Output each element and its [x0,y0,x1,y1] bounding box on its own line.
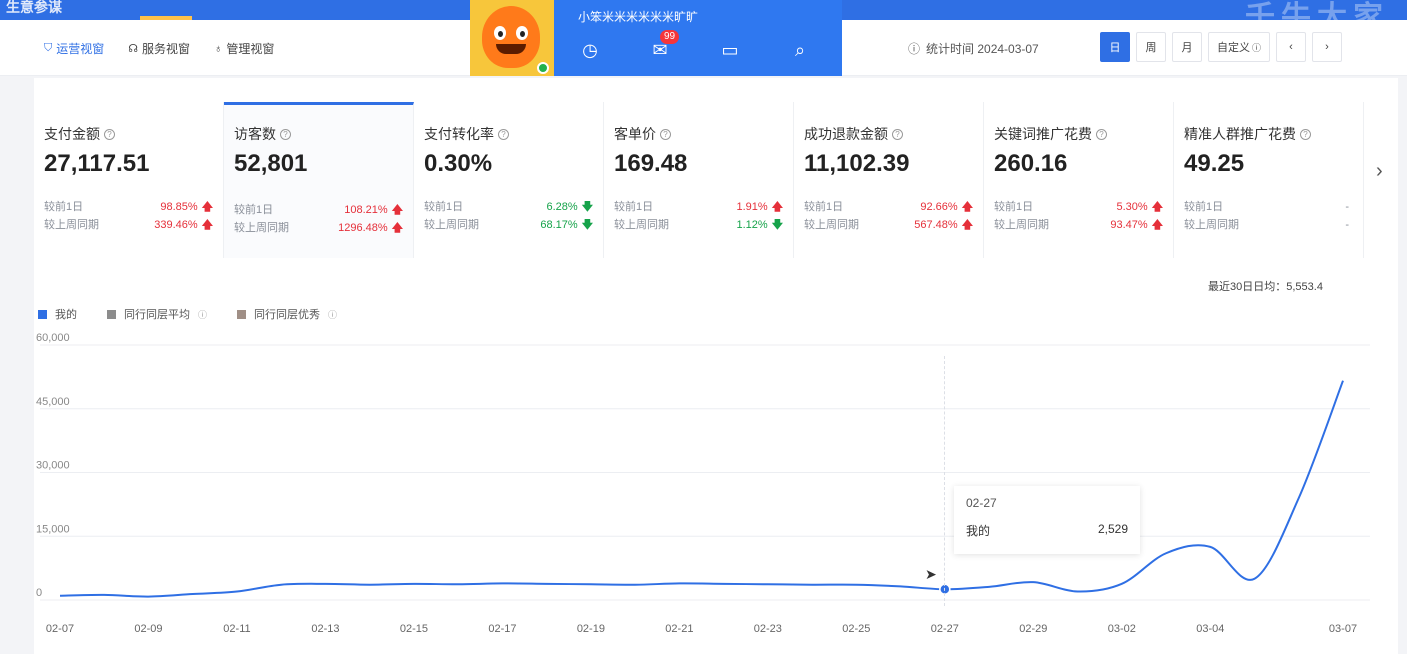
hover-guide-line [944,356,945,606]
x-tick-label: 02-23 [754,623,782,635]
tooltip-value: 2,529 [1097,522,1128,536]
y-tick-label: 15,000 [36,523,70,535]
x-tick-label: 02-17 [488,623,516,635]
x-tick-label: 02-25 [842,623,870,635]
tooltip-row: 我的 2,529 [966,522,1128,539]
series-line-mine [59,380,1344,598]
x-tick-label: 03-07 [1329,623,1357,635]
x-tick-label: 02-07 [46,623,74,635]
x-tick-label: 03-02 [1108,623,1136,635]
y-tick-label: 60,000 [36,332,70,344]
y-tick-label: 45,000 [36,396,70,408]
x-tick-label: 02-15 [400,623,428,635]
x-tick-label: 02-09 [134,623,162,635]
chart-tooltip: 02-27 我的 2,529 [954,486,1140,554]
x-tick-label: 02-29 [1019,623,1047,635]
x-tick-label: 02-13 [311,623,339,635]
x-tick-label: 02-21 [665,623,693,635]
x-tick-label: 02-19 [577,623,605,635]
trend-chart: 0 15,000 30,000 45,000 60,000 02-07 02-09 02-11… [36,332,1370,635]
x-tick-label: 02-27 [931,623,959,635]
x-tick-label: 02-11 [223,623,250,635]
y-tick-label: 0 [36,587,42,599]
y-tick-label: 30,000 [36,460,70,472]
tooltip-label: 我的 [966,524,991,538]
x-tick-label: 03-04 [1196,623,1224,635]
mouse-cursor-icon: ➤ [925,566,937,582]
tooltip-date: 02-27 [966,496,997,510]
